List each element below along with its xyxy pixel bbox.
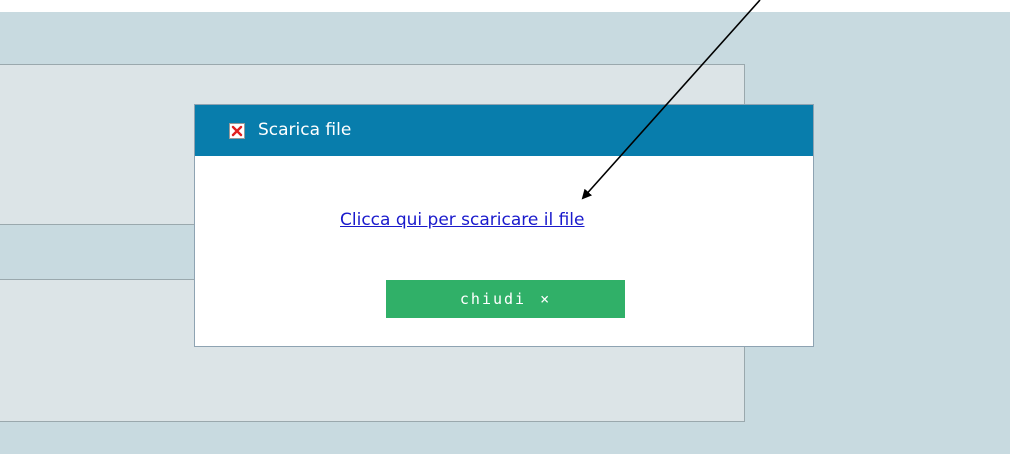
close-button-x-icon: × — [540, 290, 552, 308]
close-x-icon[interactable] — [229, 123, 245, 139]
download-link[interactable]: Clicca qui per scaricare il file — [340, 209, 584, 231]
close-button-label: chiudi — [459, 290, 527, 308]
download-dialog: Scarica file Clicca qui per scaricare il… — [194, 104, 814, 347]
background-panel-row — [0, 224, 196, 280]
dialog-header: Scarica file — [195, 105, 813, 156]
close-dialog-button[interactable]: chiudi × — [386, 280, 625, 318]
dialog-title: Scarica file — [258, 120, 352, 140]
